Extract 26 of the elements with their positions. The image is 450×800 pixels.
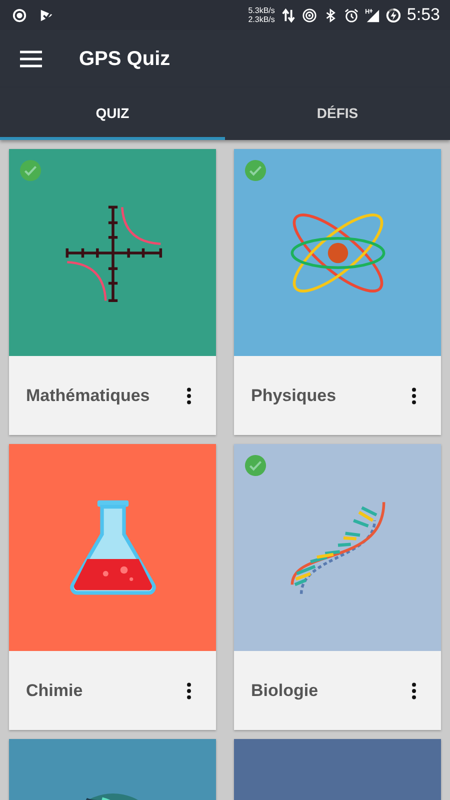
app-title: GPS Quiz — [79, 48, 170, 70]
more-options-icon[interactable] — [186, 682, 192, 700]
signal-icon — [364, 8, 380, 22]
subject-title: Chimie — [26, 680, 83, 700]
download-speed: 2.3kB/s — [248, 15, 275, 24]
upload-speed: 5.3kB/s — [248, 6, 275, 15]
subject-title: Mathématiques — [26, 386, 150, 406]
subject-card[interactable]: Chimie — [9, 444, 216, 730]
menu-icon[interactable] — [20, 50, 42, 68]
subject-title: Biologie — [251, 680, 318, 700]
tab[interactable]: QUIZ — [0, 88, 225, 140]
subject-card[interactable]: Physiques — [234, 149, 441, 435]
checkmark-flag-icon — [39, 8, 54, 22]
subject-title: Physiques — [251, 386, 336, 406]
tab[interactable]: DÉFIS — [225, 88, 450, 140]
more-options-icon[interactable] — [411, 682, 417, 700]
more-options-icon[interactable] — [411, 386, 417, 404]
battery-charging-icon — [386, 8, 401, 22]
record-icon — [12, 8, 27, 22]
clock-time: 5:53 — [406, 5, 440, 25]
subject-card[interactable]: Biologie — [234, 444, 441, 730]
subject-card[interactable]: Mathématiques — [9, 149, 216, 435]
hotspot-icon — [302, 8, 317, 22]
data-arrows-icon — [280, 8, 296, 22]
alarm-icon — [344, 8, 359, 22]
more-options-icon[interactable] — [186, 386, 192, 404]
